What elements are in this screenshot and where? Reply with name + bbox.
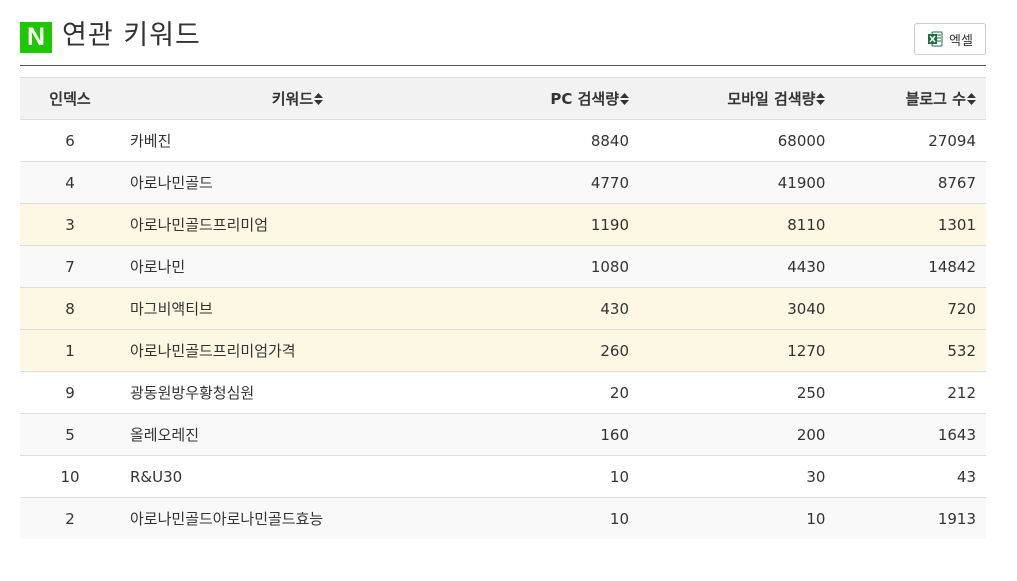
- cell-index: 2: [65, 509, 75, 528]
- column-header-keyword[interactable]: 키워드: [120, 77, 475, 120]
- cell-index: 3: [20, 203, 120, 246]
- cell-blog-count: 1301: [835, 203, 986, 246]
- cell-pc-volume: 10: [609, 509, 629, 528]
- cell-mobile-volume: 4430: [639, 245, 836, 288]
- cell-mobile-volume: 200: [639, 413, 836, 456]
- table-row: 3 아로나민골드프리미엄 1190 8110 1301: [20, 203, 986, 246]
- cell-mobile-volume: 10: [806, 509, 826, 528]
- related-keywords-panel: N 연관 키워드 엑셀 인덱스 키워드 PC 검색량 모바일 검색량 블로그 수…: [20, 0, 986, 539]
- table-row: 1 아로나민골드프리미엄가격 260 1270 532: [20, 329, 986, 372]
- cell-blog-count: 14842: [835, 245, 986, 288]
- cell-pc-volume: 160: [474, 413, 639, 456]
- cell-keyword: 아로나민골드프리미엄가격: [120, 329, 475, 372]
- cell-keyword: 광동원방우황청심원: [120, 371, 475, 414]
- cell-index: 4: [20, 161, 120, 204]
- table-header-row: 인덱스 키워드 PC 검색량 모바일 검색량 블로그 수: [20, 77, 986, 120]
- excel-export-button[interactable]: 엑셀: [914, 23, 986, 55]
- cell-index: 5: [20, 413, 120, 456]
- sort-icon: [816, 91, 826, 109]
- cell-blog-count: 212: [835, 371, 986, 414]
- table-row: 9 광동원방우황청심원 20 250 212: [20, 371, 986, 414]
- cell-keyword: 아로나민골드프리미엄: [120, 203, 475, 246]
- cell-mobile-volume: 68000: [639, 119, 836, 162]
- excel-button-label: 엑셀: [949, 32, 973, 48]
- column-header-blog-count[interactable]: 블로그 수: [835, 77, 986, 120]
- cell-index: 10: [20, 455, 120, 498]
- cell-blog-count: 720: [835, 287, 986, 330]
- sort-icon: [967, 91, 976, 109]
- cell-blog-count: 27094: [835, 119, 986, 162]
- cell-index: 1: [20, 329, 120, 372]
- table-row: 8 마그비액티브 430 3040 720: [20, 287, 986, 330]
- cell-index: 9: [20, 371, 120, 414]
- column-header-index: 인덱스: [20, 77, 120, 120]
- cell-mobile-volume: 1270: [639, 329, 836, 372]
- cell-blog-count: 43: [835, 455, 986, 498]
- cell-mobile-volume: 41900: [639, 161, 836, 204]
- keyword-table: 인덱스 키워드 PC 검색량 모바일 검색량 블로그 수 6 카베진 8840 680…: [20, 77, 986, 539]
- column-header-mobile-volume[interactable]: 모바일 검색량: [639, 77, 836, 120]
- cell-keyword: 아로나민골드아로나민골드효능: [130, 510, 324, 528]
- cell-blog-count: 532: [835, 329, 986, 372]
- cell-pc-volume: 8840: [474, 119, 639, 162]
- excel-icon: [927, 31, 943, 47]
- table-row: 4 아로나민골드 4770 41900 8767: [20, 161, 986, 204]
- cell-keyword: R&U30: [120, 455, 475, 498]
- cell-index: 8: [20, 287, 120, 330]
- panel-header: N 연관 키워드 엑셀: [20, 0, 986, 66]
- table-row: 10 R&U30 10 30 43: [20, 455, 986, 498]
- cell-pc-volume: 1190: [474, 203, 639, 246]
- sort-icon: [620, 91, 629, 109]
- cell-pc-volume: 4770: [474, 161, 639, 204]
- sort-icon: [314, 91, 324, 109]
- cell-mobile-volume: 30: [639, 455, 836, 498]
- cell-keyword: 아로나민: [120, 245, 475, 288]
- cell-keyword: 마그비액티브: [120, 287, 475, 330]
- cell-keyword: 올레오레진: [120, 413, 475, 456]
- cell-pc-volume: 260: [474, 329, 639, 372]
- cell-pc-volume: 1080: [474, 245, 639, 288]
- table-body: 6 카베진 8840 68000 27094 4 아로나민골드 4770 41900 8767 3 아…: [20, 119, 986, 539]
- cell-blog-count: 8767: [835, 161, 986, 204]
- page-title: 연관 키워드: [62, 20, 201, 51]
- naver-logo: N: [20, 22, 52, 53]
- table-row: 7 아로나민 1080 4430 14842: [20, 245, 986, 288]
- table-row: 5 올레오레진 160 200 1643: [20, 413, 986, 456]
- cell-pc-volume: 20: [474, 371, 639, 414]
- cell-index: 7: [20, 245, 120, 288]
- cell-pc-volume: 10: [474, 455, 639, 498]
- cell-pc-volume: 430: [474, 287, 639, 330]
- column-header-pc-volume[interactable]: PC 검색량: [474, 77, 639, 120]
- table-row: 6 카베진 8840 68000 27094: [20, 119, 986, 162]
- cell-mobile-volume: 3040: [639, 287, 836, 330]
- cell-keyword: 아로나민골드: [120, 161, 475, 204]
- cell-keyword: 카베진: [120, 119, 475, 162]
- cell-mobile-volume: 8110: [639, 203, 836, 246]
- cell-index: 6: [20, 119, 120, 162]
- cell-mobile-volume: 250: [639, 371, 836, 414]
- table-row: 2 아로나민골드아로나민골드효능 10 10 1913: [20, 497, 986, 539]
- cell-blog-count: 1643: [835, 413, 986, 456]
- cell-blog-count: 1913: [937, 509, 976, 528]
